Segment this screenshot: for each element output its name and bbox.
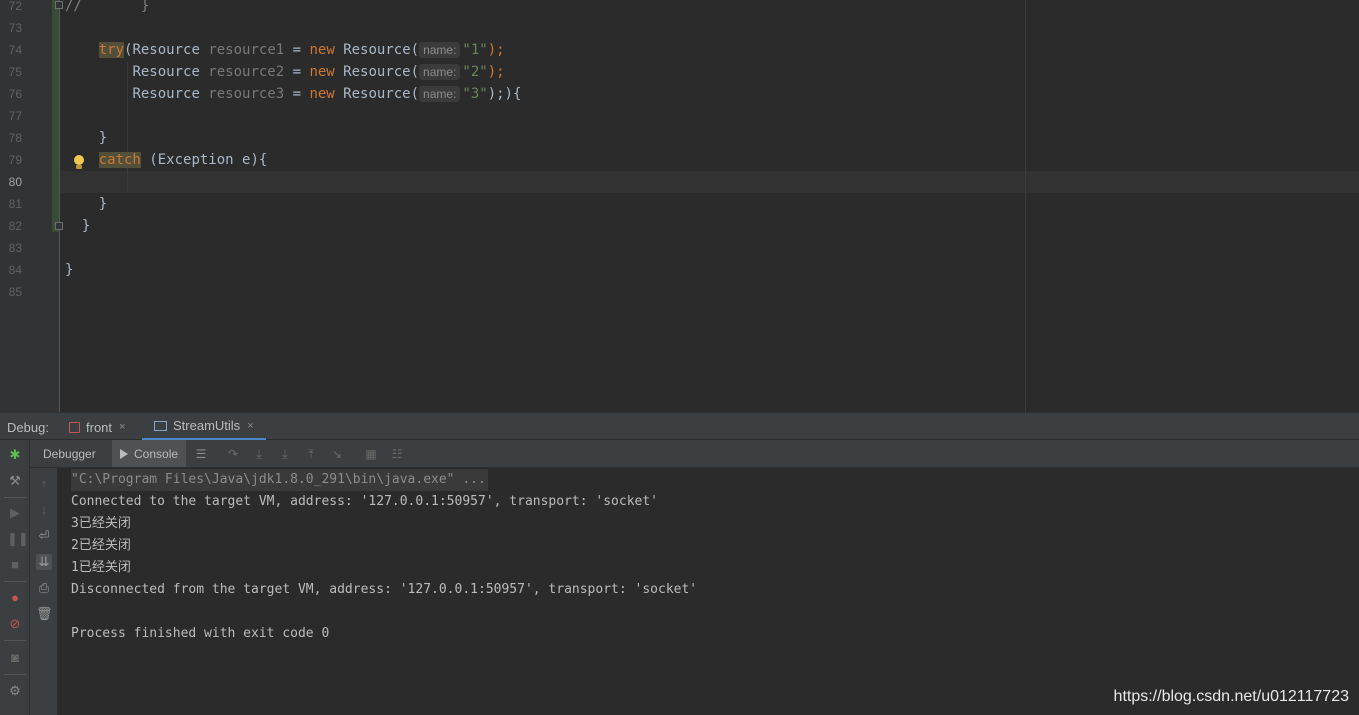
keyword-try: try [98,42,125,58]
line-number: 78 [8,131,22,145]
step-into-icon[interactable]: ⤓ [252,447,266,461]
up-arrow-icon[interactable]: ↑ [36,476,52,492]
code-line-76: Resource resource3 = new Resource(name: "… [132,86,522,102]
pause-icon[interactable]: ❚❚ [7,531,29,547]
line-number: 73 [8,21,22,35]
run-to-cursor-icon[interactable]: ↘ [330,447,344,461]
fold-marker-icon[interactable] [55,1,63,9]
debug-label: Debug: [7,420,49,435]
wrench-icon[interactable]: ⚒ [7,473,23,489]
close-icon[interactable]: × [119,421,125,433]
run-config-icon [69,421,80,433]
parameter-hint: name: [419,64,461,80]
evaluate-icon[interactable]: ▦ [364,447,378,461]
bug-icon[interactable]: ✱ [7,447,23,463]
console-line: 2已经关闭 [71,538,131,553]
force-step-into-icon[interactable]: ⤓ [278,447,292,461]
console-line: Connected to the target VM, address: '12… [71,494,658,509]
current-line-highlight [60,171,1359,193]
code-line-74: try(Resource resource1 = new Resource(na… [98,42,505,58]
parameter-hint: name: [419,86,461,102]
step-over-icon[interactable]: ↷ [226,447,240,461]
line-number: 75 [8,65,22,79]
code-line-82: } [81,218,91,234]
scroll-to-end-icon[interactable]: ⇊ [36,554,52,570]
code-line-78: } [98,130,108,146]
line-number: 76 [8,87,22,101]
view-breakpoints-icon[interactable]: ● [7,590,23,606]
settings-icon[interactable]: ⚙ [7,683,23,699]
line-number: 72 [8,0,22,13]
line-number: 74 [8,43,22,57]
parameter-hint: name: [419,42,461,58]
code-line-72: // } [65,0,150,14]
down-arrow-icon[interactable]: ↓ [36,502,52,518]
debugger-subtabs: Debugger Console ☰ ↷ ⤓ ⤓ ⤒ ↘ ▦ ☷ [30,440,1359,468]
code-editor[interactable]: 72 73 74 75 76 77 78 79 80 81 82 83 84 8… [0,0,1359,412]
code-line-84: } [65,262,74,278]
tab-console[interactable]: Console [112,440,187,467]
line-number: 84 [8,263,22,277]
line-number: 79 [8,153,22,167]
resume-icon[interactable]: ▶ [7,505,23,521]
right-margin-guide [1025,0,1026,412]
debug-tool-window: Debug: front × StreamUtils × ✱ ⚒ ▶ ❚❚ ■ … [0,412,1359,715]
console-line: Process finished with exit code 0 [71,626,330,641]
console-line: 3已经关闭 [71,516,131,531]
line-number: 81 [8,197,22,211]
camera-icon[interactable]: ◙ [7,650,23,666]
stop-icon[interactable]: ■ [7,557,23,573]
line-number: 82 [8,219,22,233]
tab-debugger[interactable]: Debugger [30,440,109,467]
menu-icon[interactable]: ☰ [194,447,208,461]
step-out-icon[interactable]: ⤒ [304,447,318,461]
trash-icon[interactable]: 🗑 [36,606,53,622]
console-line: Disconnected from the target VM, address… [71,582,698,597]
trace-icon[interactable]: ☷ [390,447,404,461]
soft-wrap-icon[interactable]: ⏎ [36,528,52,544]
keyword-catch: catch [98,152,141,168]
line-number-current: 80 [8,175,22,189]
console-line: "C:\Program Files\Java\jdk1.8.0_291\bin\… [71,469,488,491]
console-line: 1已经关闭 [71,560,131,575]
line-number: 83 [8,241,22,255]
close-icon[interactable]: × [247,420,253,432]
run-tab-streamutils[interactable]: StreamUtils × [142,413,266,441]
code-line-81: } [98,196,108,212]
mute-breakpoints-icon[interactable]: ⊘ [7,616,23,632]
debug-side-toolbar: ✱ ⚒ ▶ ❚❚ ■ ● ⊘ ◙ ⚙ [0,440,30,715]
fold-marker-icon[interactable] [55,222,63,230]
console-toolbar: ↑ ↓ ⏎ ⇊ ⎙ 🗑 [30,468,58,715]
line-number: 77 [8,109,22,123]
line-number: 85 [8,285,22,299]
watermark: https://blog.csdn.net/u012117723 [1113,688,1349,705]
vcs-change-marker[interactable] [52,0,59,232]
line-number-gutter[interactable]: 72 73 74 75 76 77 78 79 80 81 82 83 84 8… [0,0,63,412]
console-output[interactable]: "C:\Program Files\Java\jdk1.8.0_291\bin\… [58,468,1359,715]
run-tab-front[interactable]: front × [69,413,125,441]
code-line-79: catch (Exception e){ [98,152,268,168]
code-line-75: Resource resource2 = new Resource(name: "… [132,64,505,80]
print-icon[interactable]: ⎙ [36,580,52,596]
run-config-icon [154,420,167,431]
debug-run-tabs: Debug: front × StreamUtils × [0,412,1359,441]
console-icon [120,448,128,459]
